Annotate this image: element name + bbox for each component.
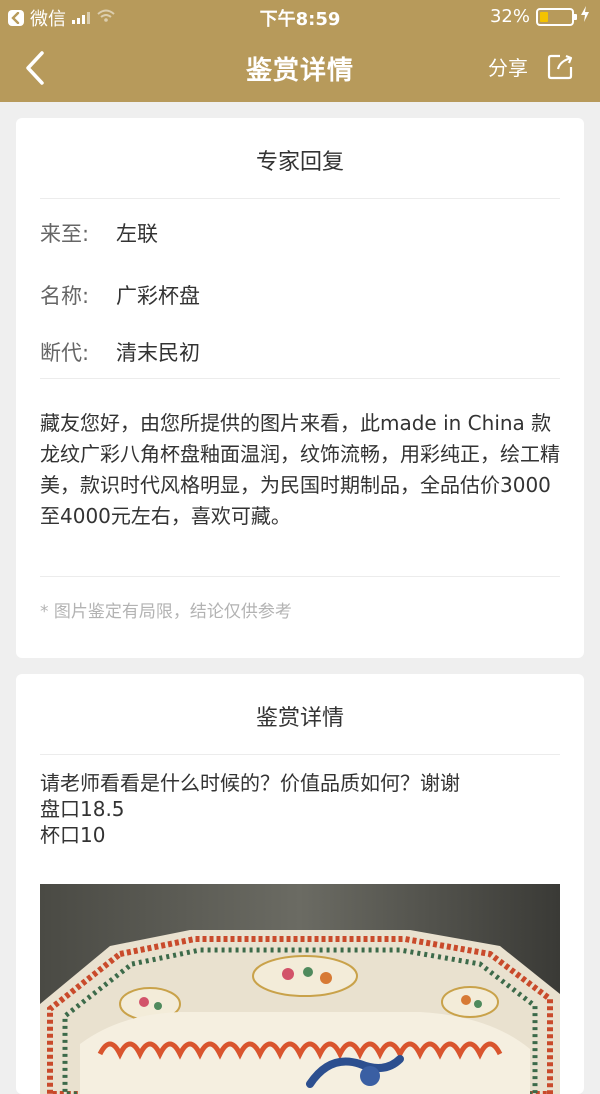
divider bbox=[40, 198, 560, 199]
detail-card-title: 鉴赏详情 bbox=[255, 706, 344, 731]
expert-reply-text: 藏友您好，由您所提供的图片来看，此made in China 款龙纹广彩八角杯盘… bbox=[40, 411, 560, 528]
field-label: 名称: bbox=[40, 284, 90, 308]
field-value: 左联 bbox=[116, 222, 158, 246]
question-text: 请老师看看是什么时候的？价值品质如何？谢谢 盘口18.5 杯口10 bbox=[40, 770, 560, 848]
expert-reply-card: 专家回复 来至: 左联 名称: 广彩杯盘 断代: 清末民初 藏友您好，由您所提供… bbox=[16, 118, 584, 658]
share-label: 分享 bbox=[488, 56, 528, 80]
battery-icon bbox=[536, 7, 577, 26]
question-line: 杯口10 bbox=[40, 823, 106, 847]
divider bbox=[40, 754, 560, 755]
field-value: 广彩杯盘 bbox=[116, 284, 200, 308]
status-bar: 微信 下午8:59 32% bbox=[0, 0, 600, 32]
battery-percent: 32% bbox=[489, 6, 530, 27]
expert-card-title: 专家回复 bbox=[255, 150, 344, 175]
charging-icon bbox=[580, 6, 590, 27]
field-source: 来至: 左联 bbox=[40, 218, 158, 248]
field-era: 断代: 清末民初 bbox=[40, 337, 200, 367]
porcelain-plate-image bbox=[40, 884, 560, 1094]
field-value: 清末民初 bbox=[116, 341, 200, 365]
question-line: 请老师看看是什么时候的？价值品质如何？谢谢 bbox=[40, 771, 460, 795]
nav-bar: 鉴赏详情 分享 bbox=[0, 32, 600, 102]
divider bbox=[40, 378, 560, 379]
status-right: 32% bbox=[490, 6, 590, 27]
item-photo[interactable] bbox=[40, 884, 560, 1094]
field-name: 名称: 广彩杯盘 bbox=[40, 280, 200, 310]
question-line: 盘口18.5 bbox=[40, 797, 125, 821]
share-button[interactable]: 分享 bbox=[488, 52, 574, 81]
field-label: 来至: bbox=[40, 222, 90, 246]
divider bbox=[40, 576, 560, 577]
top-bar: 微信 下午8:59 32% 鉴赏详情 分享 bbox=[0, 0, 600, 102]
battery-fill bbox=[540, 11, 548, 22]
appraisal-detail-card: 鉴赏详情 请老师看看是什么时候的？价值品质如何？谢谢 盘口18.5 杯口10 bbox=[16, 674, 584, 1094]
field-label: 断代: bbox=[40, 341, 90, 365]
disclaimer-note: * 图片鉴定有局限，结论仅供参考 bbox=[40, 602, 292, 622]
share-icon bbox=[547, 54, 573, 79]
